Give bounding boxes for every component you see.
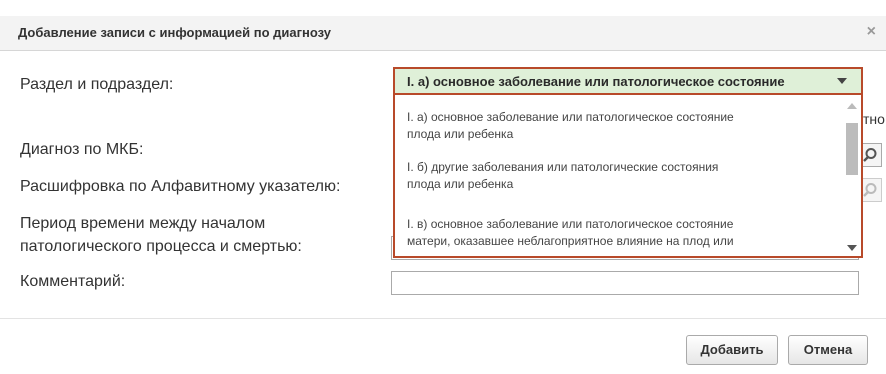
footer-divider [0, 318, 886, 319]
section-dropdown-list: I. а) основное заболевание или патологич… [393, 95, 863, 258]
option-line1: I. в) основное заболевание или патологич… [407, 217, 734, 231]
partial-text: тно [863, 111, 885, 127]
cancel-button[interactable]: Отмена [788, 335, 868, 365]
period-label-line1: Период времени между началом [20, 215, 266, 232]
option-line2: плода или ребенка [407, 177, 514, 191]
option-line1: I. б) другие заболевания или патологичес… [407, 160, 719, 174]
add-button[interactable]: Добавить [686, 335, 778, 365]
dropdown-option[interactable]: I. а) основное заболевание или патологич… [407, 109, 817, 143]
section-select-value: I. а) основное заболевание или патологич… [407, 74, 785, 89]
scroll-up-icon[interactable] [847, 103, 857, 109]
search-icon [863, 183, 877, 197]
period-label-line2: патологического процесса и смертью: [20, 238, 302, 255]
option-line1: I. а) основное заболевание или патологич… [407, 110, 734, 124]
alphabet-label: Расшифровка по Алфавитному указателю: [20, 178, 341, 195]
dropdown-option[interactable]: I. в) основное заболевание или патологич… [407, 216, 817, 250]
dropdown-scrollbar[interactable] [846, 103, 858, 251]
dropdown-option[interactable]: I. б) другие заболевания или патологичес… [407, 159, 817, 193]
option-line2: матери, оказавшее неблагоприятное влияни… [407, 234, 734, 248]
option-line2: плода или ребенка [407, 127, 514, 141]
diagnosis-dialog: Добавление записи с информацией по диагн… [0, 0, 886, 374]
diagnosis-label: Диагноз по МКБ: [20, 141, 144, 158]
comment-input[interactable] [391, 271, 859, 295]
scrollbar-thumb[interactable] [846, 123, 858, 175]
scroll-down-icon[interactable] [847, 245, 857, 251]
dialog-title: Добавление записи с информацией по диагн… [18, 25, 332, 40]
chevron-down-icon [837, 78, 847, 84]
section-label: Раздел и подраздел: [20, 76, 174, 93]
comment-label: Комментарий: [20, 273, 126, 290]
dialog-titlebar: Добавление записи с информацией по диагн… [0, 16, 886, 51]
search-icon [863, 148, 877, 162]
section-select[interactable]: I. а) основное заболевание или патологич… [393, 67, 863, 95]
close-icon[interactable]: × [867, 23, 876, 41]
